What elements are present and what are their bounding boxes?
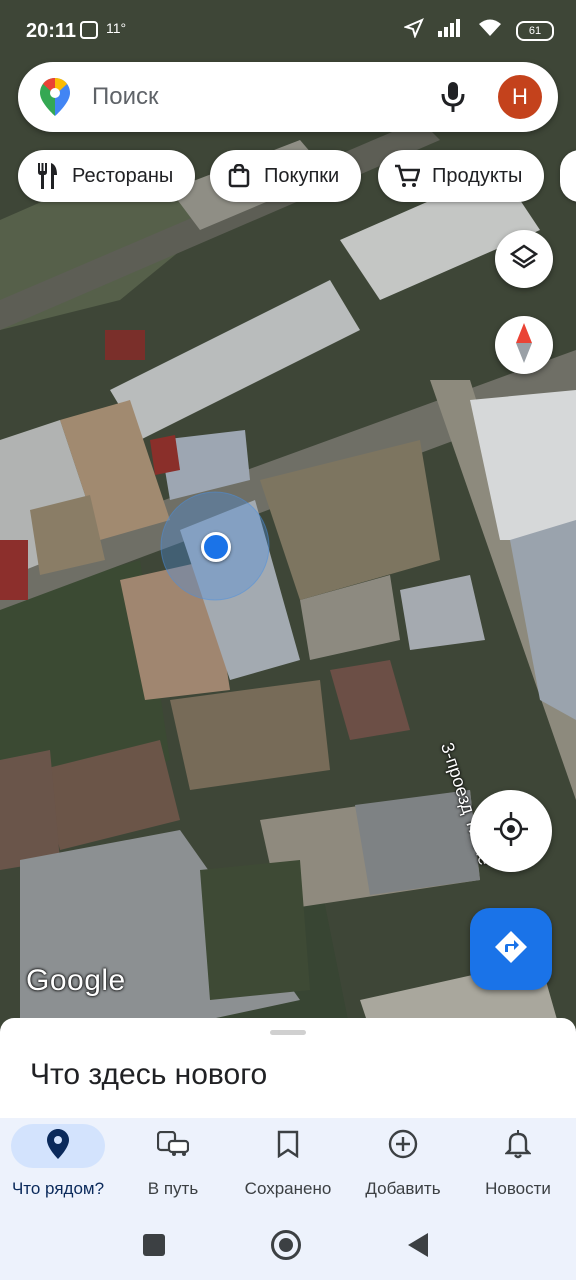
google-maps-pin-icon: [40, 78, 70, 121]
restaurant-icon: [34, 163, 60, 189]
location-arrow-icon: [403, 18, 424, 44]
bookmark-icon: [277, 1130, 299, 1163]
status-temperature: 11°: [106, 20, 127, 36]
recents-button[interactable]: [143, 1234, 165, 1256]
nav-label: Сохранено: [244, 1179, 332, 1198]
chip-label: Продукты: [432, 164, 523, 187]
chip-more[interactable]: [560, 150, 576, 202]
nav-icon-wrap: [356, 1124, 450, 1168]
nav-saved[interactable]: Сохранено: [232, 1118, 344, 1210]
bell-icon: [504, 1129, 532, 1164]
notification-icon: [80, 21, 98, 39]
nav-label: Добавить: [365, 1179, 441, 1198]
home-dot-icon: [279, 1238, 293, 1252]
status-time: 20:11: [26, 20, 77, 42]
status-bar: 20:11 11° 61: [0, 0, 576, 62]
layers-button[interactable]: [495, 230, 553, 288]
commute-icon: [156, 1130, 190, 1162]
bottom-navigation: Что рядом? В путь Сохранено Добавить Нов…: [0, 1118, 576, 1210]
cart-icon: [394, 163, 420, 189]
battery-icon: 61: [516, 21, 554, 41]
chip-label: Покупки: [264, 164, 340, 187]
google-watermark: Google: [26, 964, 126, 997]
system-navigation-bar: [0, 1210, 576, 1280]
bottom-sheet[interactable]: Что здесь нового: [0, 1018, 576, 1118]
back-button[interactable]: [406, 1232, 430, 1263]
microphone-icon[interactable]: [438, 80, 468, 114]
sheet-title: Что здесь нового: [30, 1058, 268, 1091]
search-input[interactable]: Поиск: [92, 83, 159, 111]
add-circle-icon: [388, 1129, 418, 1164]
nav-label: Новости: [485, 1179, 551, 1198]
active-indicator: [11, 1124, 105, 1168]
chip-shopping[interactable]: Покупки: [210, 150, 362, 202]
account-avatar[interactable]: Н: [498, 75, 542, 119]
signal-icon: [438, 19, 464, 43]
nav-contribute[interactable]: Добавить: [347, 1118, 459, 1210]
search-bar[interactable]: Поиск Н: [18, 62, 558, 132]
home-button[interactable]: [271, 1230, 301, 1260]
current-location-dot: [201, 532, 231, 562]
chip-groceries[interactable]: Продукты: [378, 150, 545, 202]
shopping-bag-icon: [226, 163, 252, 189]
compass-icon: [516, 322, 532, 368]
nav-icon-wrap: [126, 1124, 220, 1168]
layers-icon: [509, 243, 539, 275]
chip-label: Рестораны: [72, 164, 174, 187]
nav-explore[interactable]: Что рядом?: [2, 1118, 114, 1210]
my-location-button[interactable]: [470, 790, 552, 872]
nav-icon-wrap: [471, 1124, 565, 1168]
nav-icon-wrap: [241, 1124, 335, 1168]
place-icon: [47, 1128, 69, 1164]
directions-icon: [494, 930, 528, 969]
nav-label: В путь: [147, 1179, 199, 1198]
directions-button[interactable]: [470, 908, 552, 990]
my-location-icon: [494, 811, 528, 851]
nav-commute[interactable]: В путь: [117, 1118, 229, 1210]
category-chips: Рестораны Покупки Продукты: [18, 150, 576, 202]
wifi-icon: [478, 19, 502, 43]
chip-restaurants[interactable]: Рестораны: [18, 150, 196, 202]
nav-updates[interactable]: Новости: [462, 1118, 574, 1210]
sheet-drag-handle[interactable]: [270, 1030, 306, 1035]
compass-button[interactable]: [495, 316, 553, 374]
nav-label: Что рядом?: [11, 1179, 105, 1198]
